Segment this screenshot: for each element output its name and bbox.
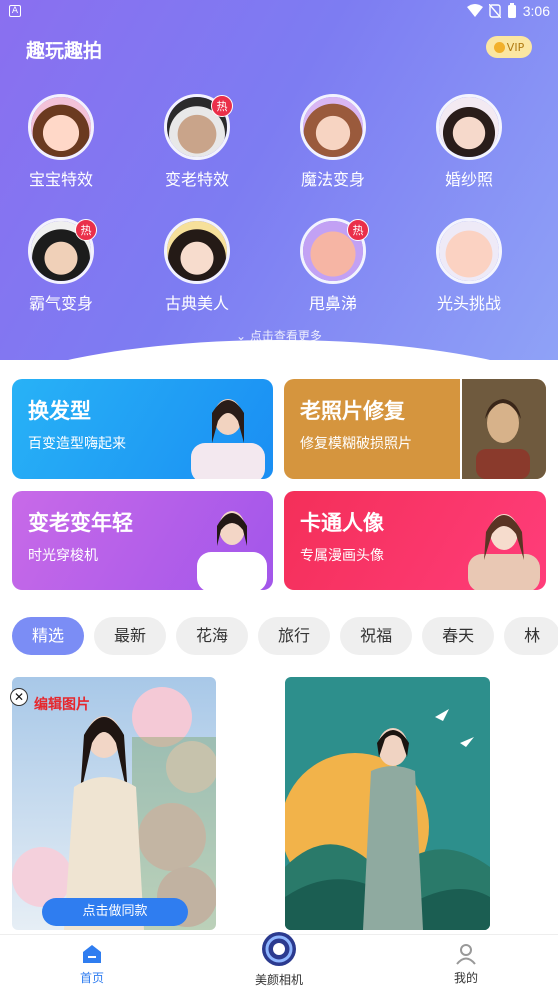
template-card-flowers[interactable] <box>12 677 216 930</box>
status-bar: A 3:06 <box>0 0 558 24</box>
effect-label: 变老特效 <box>164 170 229 189</box>
no-sim-icon <box>488 4 501 18</box>
nav-home[interactable]: 首页 <box>66 937 118 986</box>
feature-subtitle: 修复模糊破损照片 <box>300 436 412 452</box>
feature-title: 老照片修复 <box>300 399 405 423</box>
effect-aging[interactable]: 热 变老特效 <box>137 94 257 190</box>
feature-subtitle: 时光穿梭机 <box>28 548 98 564</box>
effect-label: 光头挑战 <box>436 294 501 313</box>
old-photo <box>460 379 546 479</box>
old-man-avatar: 热 <box>164 94 233 160</box>
battery-icon <box>507 3 516 18</box>
user-icon <box>456 944 476 965</box>
notification-icon: A <box>9 5 21 17</box>
feature-age[interactable]: 变老变年轻 时光穿梭机 <box>12 491 273 590</box>
cool-guy-avatar: 热 <box>28 218 97 284</box>
edit-image-label[interactable]: 编辑图片 <box>34 694 90 714</box>
tab-latest[interactable]: 最新 <box>94 617 167 655</box>
tab-blessing[interactable]: 祝福 <box>340 617 413 655</box>
bride-avatar <box>436 94 502 160</box>
effect-magic[interactable]: 魔法变身 <box>273 94 393 190</box>
feature-title: 变老变年轻 <box>28 511 133 535</box>
feature-cartoon[interactable]: 卡通人像 专属漫画头像 <box>284 491 546 590</box>
close-icon[interactable]: ✕ <box>10 688 28 706</box>
page-title: 趣玩趣拍 <box>26 40 103 62</box>
make-same-button[interactable]: 点击做同款 <box>42 898 188 926</box>
show-more-label: 点击查看更多 <box>249 329 322 343</box>
effect-wedding[interactable]: 婚纱照 <box>409 94 529 190</box>
effect-bald[interactable]: 光头挑战 <box>409 218 529 314</box>
hot-badge: 热 <box>211 95 233 117</box>
effect-label: 霸气变身 <box>28 294 93 313</box>
flower-photo <box>12 677 216 930</box>
model-photo <box>197 511 267 590</box>
tab-spring[interactable]: 春天 <box>422 617 495 655</box>
bottom-nav: 首页 美颜相机 我的 <box>0 932 558 992</box>
effect-snot[interactable]: 热 甩鼻涕 <box>273 218 393 314</box>
category-tabs: 精选 最新 花海 旅行 祝福 春天 林 <box>12 617 558 655</box>
hot-badge: 热 <box>75 219 97 241</box>
model-photo <box>468 514 540 590</box>
effect-classic-beauty[interactable]: 古典美人 <box>137 218 257 314</box>
feature-title: 卡通人像 <box>300 511 384 535</box>
art-photo <box>285 677 490 930</box>
tab-featured[interactable]: 精选 <box>12 617 85 655</box>
nav-home-label: 首页 <box>79 971 104 985</box>
crown-icon <box>493 41 505 53</box>
classic-beauty-avatar <box>164 218 230 284</box>
nav-camera-label: 美颜相机 <box>254 973 303 987</box>
show-more-link[interactable]: ⌄ 点击查看更多 <box>0 327 558 344</box>
effect-bossy[interactable]: 热 霸气变身 <box>1 218 121 314</box>
feature-photo-restore[interactable]: 老照片修复 修复模糊破损照片 <box>284 379 546 479</box>
home-icon <box>83 945 101 963</box>
feature-subtitle: 百变造型嗨起来 <box>28 436 126 452</box>
bald-avatar <box>436 218 502 284</box>
effect-label: 婚纱照 <box>444 170 493 189</box>
magic-avatar <box>300 94 366 160</box>
model-photo <box>191 399 265 479</box>
wifi-icon <box>466 4 483 17</box>
nav-beauty-camera[interactable]: 美颜相机 <box>247 932 311 988</box>
tab-travel[interactable]: 旅行 <box>258 617 331 655</box>
hot-badge: 热 <box>347 219 369 241</box>
effect-label: 魔法变身 <box>300 170 365 189</box>
nav-me[interactable]: 我的 <box>440 937 492 986</box>
snot-avatar: 热 <box>300 218 369 284</box>
vip-label: VIP <box>506 40 525 54</box>
effect-label: 甩鼻涕 <box>308 294 357 313</box>
effect-label: 古典美人 <box>164 294 229 313</box>
baby-avatar <box>28 94 94 160</box>
tab-flowers[interactable]: 花海 <box>176 617 249 655</box>
chevron-down-icon: ⌄ <box>236 329 250 343</box>
template-card-art[interactable] <box>285 677 490 930</box>
clock: 3:06 <box>522 3 550 19</box>
vip-button[interactable]: VIP <box>486 36 532 58</box>
effect-label: 宝宝特效 <box>28 170 93 189</box>
feature-subtitle: 专属漫画头像 <box>300 548 384 564</box>
feature-title: 换发型 <box>28 399 91 423</box>
tab-forest[interactable]: 林 <box>504 617 558 655</box>
effect-baby[interactable]: 宝宝特效 <box>1 94 121 190</box>
camera-icon <box>262 932 296 966</box>
nav-me-label: 我的 <box>453 971 478 985</box>
feature-hairstyle[interactable]: 换发型 百变造型嗨起来 <box>12 379 273 479</box>
